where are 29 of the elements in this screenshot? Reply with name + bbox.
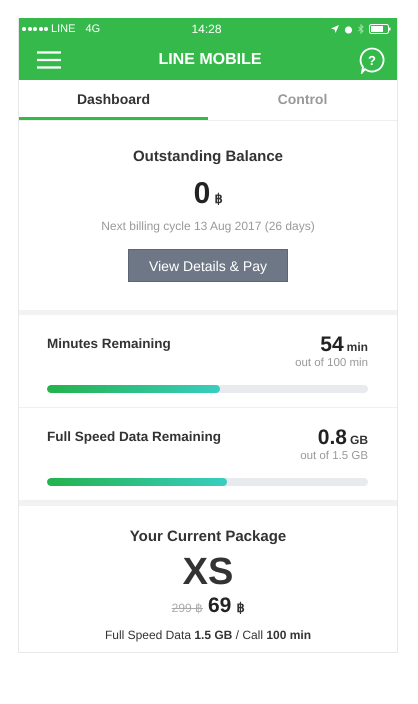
usage-title: Minutes Remaining [47,336,171,353]
usage-unit: min [346,340,368,354]
currency-symbol: ฿ [236,600,244,615]
carrier-name: LINE [51,23,76,35]
menu-icon[interactable] [37,51,61,69]
usage-title: Full Speed Data Remaining [47,429,222,446]
battery-icon [369,24,391,34]
billing-note: Next billing cycle 13 Aug 2017 (26 days) [101,219,315,233]
location-icon [331,25,339,33]
usage-total: out of 1.5 GB [300,450,368,462]
status-time: 14:28 [191,22,222,36]
usage-total: out of 100 min [295,357,368,369]
card-title: Outstanding Balance [132,148,284,165]
pay-button[interactable]: View Details & Pay [128,249,288,282]
network-type: 4G [85,23,100,35]
currency-symbol: ฿ [214,191,222,206]
help-icon[interactable]: ? [358,46,385,74]
bluetooth-icon [358,24,364,34]
balance-amount: 0 [194,177,210,211]
package-summary: Full Speed Data 1.5 GB / Call 100 min [104,628,312,642]
app-title: LINE MOBILE [158,51,262,69]
old-price: 299 ฿ [172,601,203,615]
usage-value: 0.8 [318,426,347,450]
package-price: 69 [208,594,232,618]
package-name: XS [182,551,234,594]
card-title: Your Current Package [130,528,286,545]
usage-unit: GB [350,433,368,447]
usage-value: 54 [320,333,344,357]
signal-icon [22,27,48,31]
